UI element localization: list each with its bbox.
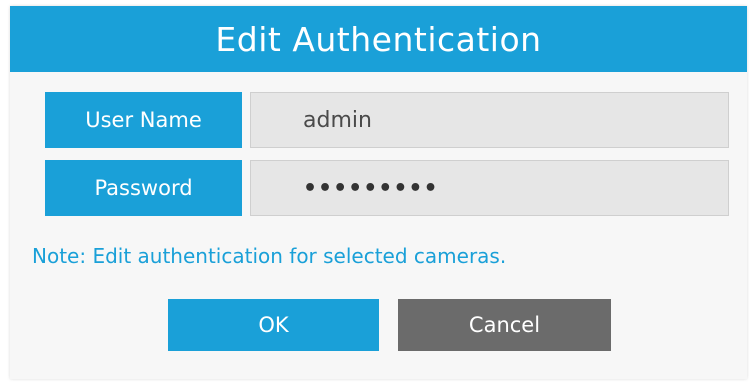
username-label: User Name [45,92,242,148]
dialog-title: Edit Authentication [215,19,542,59]
note-text: Note: Edit authentication for selected c… [32,244,507,268]
password-label: Password [45,160,242,216]
username-field[interactable]: admin [250,92,729,148]
edit-authentication-dialog: Edit Authentication User Name admin Pass… [10,6,747,379]
cancel-button[interactable]: Cancel [398,299,611,351]
ok-button[interactable]: OK [168,299,379,351]
password-field[interactable]: ••••••••• [250,160,729,216]
dialog-titlebar: Edit Authentication [10,6,747,72]
